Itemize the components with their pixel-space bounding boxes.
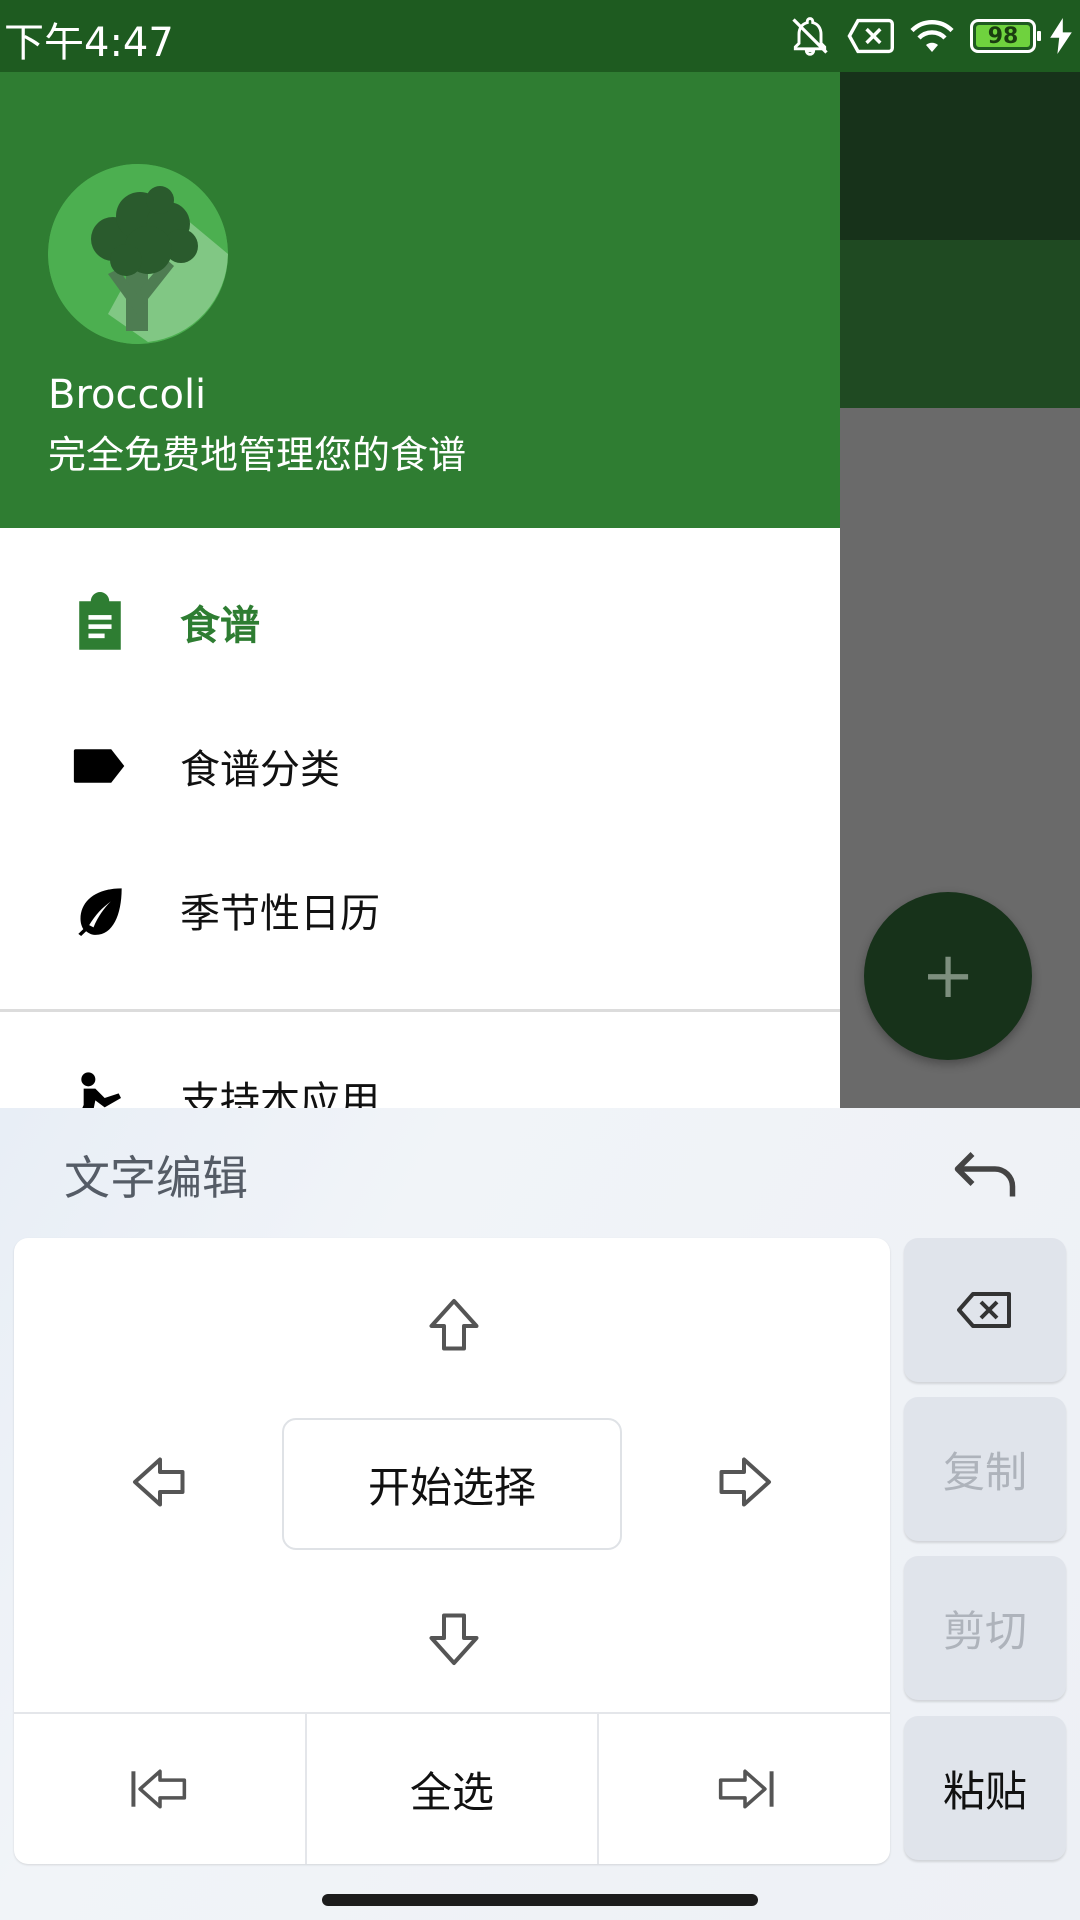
text-edit-panel: 文字编辑 开始选择 全选 复制 剪切 粘贴 — [0, 1108, 1080, 1920]
drawer-item-support[interactable]: 支持本应用 — [0, 1028, 840, 1108]
drawer-item-label: 食谱 — [180, 603, 260, 649]
drawer-divider — [0, 1009, 840, 1012]
battery-icon: 98 — [970, 19, 1041, 53]
select-all-button[interactable]: 全选 — [307, 1714, 597, 1864]
paste-button[interactable]: 粘贴 — [904, 1716, 1066, 1860]
wifi-icon — [910, 20, 954, 52]
cursor-up-icon[interactable] — [424, 1296, 484, 1356]
home-indicator[interactable] — [322, 1894, 758, 1906]
line-start-icon — [130, 1769, 186, 1809]
cursor-down-icon[interactable] — [424, 1608, 484, 1668]
start-selection-button[interactable]: 开始选择 — [282, 1418, 622, 1550]
add-recipe-fab[interactable]: + — [864, 892, 1032, 1060]
charging-icon — [1050, 18, 1072, 54]
clipboard-icon — [72, 592, 128, 652]
back-arrow-icon[interactable] — [950, 1144, 1020, 1204]
cut-button[interactable]: 剪切 — [904, 1556, 1066, 1700]
copy-button[interactable]: 复制 — [904, 1397, 1066, 1541]
cursor-right-icon[interactable] — [714, 1452, 774, 1512]
status-time: 下午4:47 — [4, 20, 174, 66]
cursor-left-icon[interactable] — [130, 1452, 190, 1512]
cursor-pad: 开始选择 全选 — [14, 1238, 890, 1864]
panel-title: 文字编辑 — [64, 1151, 248, 1205]
cursor-line-end-button[interactable] — [599, 1714, 890, 1864]
battery-level: 98 — [987, 23, 1019, 49]
drawer-item-label: 支持本应用 — [180, 1079, 380, 1108]
backspace-button[interactable] — [904, 1238, 1066, 1382]
drawer-item-label: 季节性日历 — [180, 891, 380, 937]
drawer-item-seasonal-calendar[interactable]: 季节性日历 — [0, 840, 840, 980]
tag-icon — [72, 736, 128, 796]
drawer-item-recipes[interactable]: 食谱 — [0, 552, 840, 692]
person-icon — [72, 1068, 128, 1108]
backspace-icon — [957, 1292, 1011, 1328]
sim-blocked-icon — [847, 18, 894, 54]
drawer-header: Broccoli 完全免费地管理您的食谱 — [0, 72, 840, 528]
plus-icon: + — [921, 939, 975, 1013]
broccoli-logo-icon — [48, 164, 228, 344]
cursor-line-start-button[interactable] — [14, 1714, 305, 1864]
navigation-drawer: Broccoli 完全免费地管理您的食谱 食谱 食谱分类 季节性日历 支持本应用 — [0, 72, 840, 1108]
app-name: Broccoli — [48, 372, 207, 418]
drawer-item-categories[interactable]: 食谱分类 — [0, 696, 840, 836]
status-bar: 下午4:47 98 — [0, 0, 1080, 72]
bell-muted-icon — [792, 17, 828, 56]
drawer-item-label: 食谱分类 — [180, 747, 340, 793]
status-icons: 98 — [788, 12, 1072, 60]
app-tagline: 完全免费地管理您的食谱 — [48, 433, 467, 477]
line-end-icon — [718, 1769, 774, 1809]
leaf-icon — [72, 880, 128, 940]
